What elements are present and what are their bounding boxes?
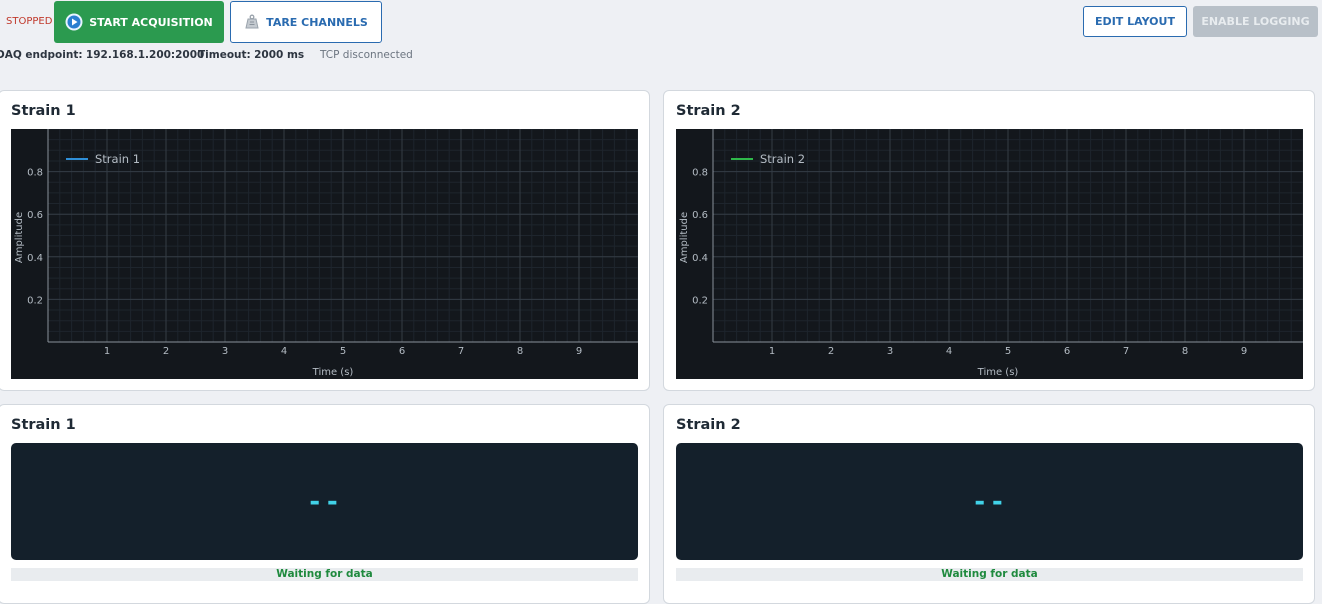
timeout: Timeout: 2000 ms bbox=[198, 49, 304, 61]
y-tick-label: 0.8 bbox=[27, 168, 43, 179]
readout-panel-title: Strain 1 bbox=[11, 417, 76, 433]
chart-panel-title: Strain 2 bbox=[676, 103, 741, 119]
x-tick-label: 6 bbox=[1064, 346, 1070, 357]
chart-panel-strain-2: Strain 2 1 2 3 4 5 6 7 8 9 0.2 0.4 0.6 0.8 Time (s) Am… bbox=[663, 90, 1315, 391]
timeout-label: Timeout: bbox=[198, 49, 251, 61]
start-acquisition-button[interactable]: START ACQUISITION bbox=[54, 1, 224, 43]
x-tick-label: 1 bbox=[769, 346, 775, 357]
y-tick-label: 0.4 bbox=[27, 253, 43, 264]
y-tick-label: 0.2 bbox=[27, 295, 43, 306]
daq-endpoint-label: DAQ endpoint: bbox=[0, 49, 83, 61]
legend-label: Strain 1 bbox=[95, 152, 140, 166]
y-axis-label: Amplitude bbox=[679, 212, 690, 263]
x-tick-label: 4 bbox=[946, 346, 952, 357]
x-tick-label: 3 bbox=[887, 346, 893, 357]
readout-value: -- bbox=[11, 443, 638, 560]
x-tick-label: 6 bbox=[399, 346, 405, 357]
x-axis-label: Time (s) bbox=[312, 367, 354, 378]
readout-value: -- bbox=[676, 443, 1303, 560]
x-tick-label: 2 bbox=[828, 346, 834, 357]
x-tick-label: 4 bbox=[281, 346, 287, 357]
legend-label: Strain 2 bbox=[760, 152, 805, 166]
x-tick-label: 8 bbox=[1182, 346, 1188, 357]
edit-layout-button[interactable]: EDIT LAYOUT bbox=[1083, 6, 1187, 37]
y-tick-label: 0.6 bbox=[27, 210, 43, 221]
x-tick-label: 1 bbox=[104, 346, 110, 357]
acquisition-status: STOPPED bbox=[6, 16, 53, 27]
readout-status: Waiting for data bbox=[11, 568, 638, 581]
x-tick-label: 7 bbox=[458, 346, 464, 357]
x-tick-label: 2 bbox=[163, 346, 169, 357]
chart-panel-title: Strain 1 bbox=[11, 103, 76, 119]
chart-panel-strain-1: Strain 1 1 2 3 4 5 6 7 8 9 0.2 0.4 0.6 0.8 Time (s) Am… bbox=[0, 90, 650, 391]
daq-endpoint-value: 192.168.1.200:2000 bbox=[85, 49, 205, 61]
line-chart: 1 2 3 4 5 6 7 8 9 0.2 0.4 0.6 0.8 Time (s) Amplitude St… bbox=[14, 129, 638, 378]
tare-channels-label: TARE CHANNELS bbox=[266, 15, 368, 29]
line-chart: 1 2 3 4 5 6 7 8 9 0.2 0.4 0.6 0.8 Time (s) Amplitude St… bbox=[679, 129, 1303, 378]
readout-panel-strain-2: Strain 2 -- Waiting for data bbox=[663, 404, 1315, 604]
tcp-status: TCP disconnected bbox=[320, 49, 413, 61]
x-tick-label: 5 bbox=[340, 346, 346, 357]
readout-panel-title: Strain 2 bbox=[676, 417, 741, 433]
enable-logging-button[interactable]: ENABLE LOGGING bbox=[1193, 6, 1318, 37]
readout-panel-strain-1: Strain 1 -- Waiting for data bbox=[0, 404, 650, 604]
x-tick-label: 7 bbox=[1123, 346, 1129, 357]
y-tick-label: 0.4 bbox=[692, 253, 708, 264]
x-tick-label: 5 bbox=[1005, 346, 1011, 357]
chart-plot-area[interactable]: 1 2 3 4 5 6 7 8 9 0.2 0.4 0.6 0.8 Time (s) Amplitude St… bbox=[676, 129, 1303, 379]
readout-status: Waiting for data bbox=[676, 568, 1303, 581]
weight-icon bbox=[245, 14, 259, 29]
x-axis-label: Time (s) bbox=[977, 367, 1019, 378]
timeout-value: 2000 ms bbox=[254, 49, 305, 61]
y-tick-label: 0.2 bbox=[692, 295, 708, 306]
chart-plot-area[interactable]: 1 2 3 4 5 6 7 8 9 0.2 0.4 0.6 0.8 Time (s) Amplitude St… bbox=[11, 129, 638, 379]
x-tick-label: 9 bbox=[576, 346, 582, 357]
x-tick-label: 3 bbox=[222, 346, 228, 357]
y-tick-label: 0.8 bbox=[692, 168, 708, 179]
x-tick-label: 9 bbox=[1241, 346, 1247, 357]
start-acquisition-label: START ACQUISITION bbox=[89, 15, 213, 29]
tare-channels-button[interactable]: TARE CHANNELS bbox=[230, 1, 382, 43]
y-axis-label: Amplitude bbox=[14, 212, 25, 263]
x-tick-label: 8 bbox=[517, 346, 523, 357]
y-tick-label: 0.6 bbox=[692, 210, 708, 221]
daq-endpoint: DAQ endpoint: 192.168.1.200:2000 bbox=[0, 49, 204, 61]
play-icon bbox=[65, 13, 83, 31]
